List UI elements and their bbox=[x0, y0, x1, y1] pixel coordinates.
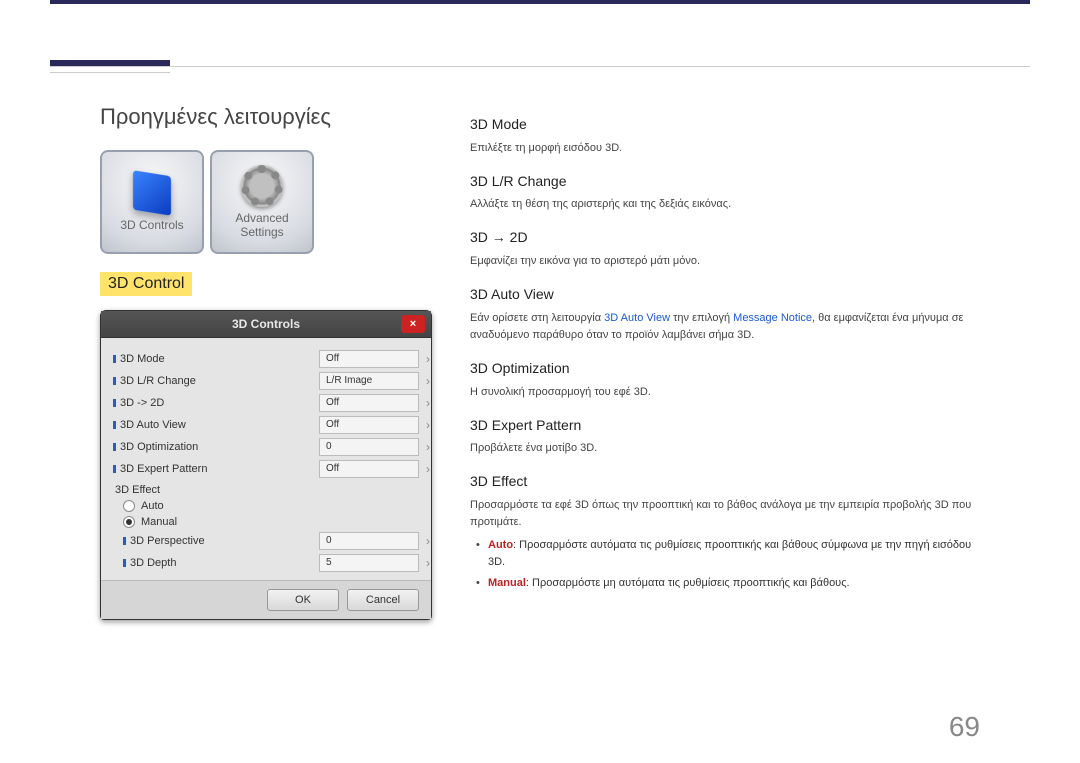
tile-advanced-settings[interactable]: Advanced Settings bbox=[210, 150, 314, 254]
bullet-icon bbox=[123, 559, 126, 567]
row-3d-mode[interactable]: 3D Mode Off bbox=[113, 348, 419, 370]
cancel-button[interactable]: Cancel bbox=[347, 589, 419, 611]
desc-3d-mode: Επιλέξτε τη μορφή εισόδου 3D. bbox=[470, 140, 980, 157]
radio-label: Auto bbox=[141, 500, 164, 512]
bullet-icon bbox=[113, 443, 116, 451]
row-value[interactable]: L/R Image bbox=[319, 372, 419, 390]
section-subheading: 3D Control bbox=[100, 272, 192, 296]
ok-button[interactable]: OK bbox=[267, 589, 339, 611]
row-3d-depth[interactable]: 3D Depth 5 bbox=[113, 552, 419, 574]
document-page: Προηγμένες λειτουργίες 3D Controls Advan… bbox=[50, 0, 1030, 763]
bullet-icon bbox=[113, 377, 116, 385]
effect-section-label: 3D Effect bbox=[113, 480, 419, 498]
effect-list: Auto: Προσαρμόστε αυτόματα τις ρυθμίσεις… bbox=[470, 537, 980, 592]
list-item: Manual: Προσαρμόστε μη αυτόματα τις ρυθμ… bbox=[470, 575, 980, 592]
bullet-icon bbox=[123, 537, 126, 545]
row-label: 3D L/R Change bbox=[120, 375, 196, 387]
text-fragment: την επιλογή bbox=[670, 312, 733, 324]
term-auto: Auto bbox=[488, 539, 513, 551]
list-item: Auto: Προσαρμόστε αυτόματα τις ρυθμίσεις… bbox=[470, 537, 980, 571]
radio-manual[interactable]: Manual bbox=[113, 514, 419, 530]
radio-auto[interactable]: Auto bbox=[113, 498, 419, 514]
row-label: 3D Auto View bbox=[120, 419, 186, 431]
desc-3d-optimization: Η συνολική προσαρμογή του εφέ 3D. bbox=[470, 384, 980, 401]
heading-3d-lr-change: 3D L/R Change bbox=[470, 171, 980, 193]
radio-icon bbox=[123, 516, 135, 528]
heading-3d-effect: 3D Effect bbox=[470, 471, 980, 493]
page-title: Προηγμένες λειτουργίες bbox=[100, 104, 430, 130]
row-value[interactable]: 5 bbox=[319, 554, 419, 572]
cube-icon bbox=[133, 170, 171, 216]
right-column: 3D Mode Επιλέξτε τη μορφή εισόδου 3D. 3D… bbox=[470, 64, 980, 733]
text-fragment: : Προσαρμόστε μη αυτόματα τις ρυθμίσεις … bbox=[526, 577, 850, 589]
left-column: Προηγμένες λειτουργίες 3D Controls Advan… bbox=[100, 64, 430, 733]
tile-label: Advanced Settings bbox=[212, 211, 312, 239]
panel-titlebar: 3D Controls × bbox=[101, 311, 431, 338]
tile-3d-controls[interactable]: 3D Controls bbox=[100, 150, 204, 254]
radio-label: Manual bbox=[141, 516, 177, 528]
heading-3d-to-2d: 3D → 2D bbox=[470, 227, 980, 249]
icon-tile-row: 3D Controls Advanced Settings bbox=[100, 150, 430, 254]
heading-3d-expert-pattern: 3D Expert Pattern bbox=[470, 415, 980, 437]
desc-3d-lr-change: Αλλάξτε τη θέση της αριστερής και της δε… bbox=[470, 196, 980, 213]
row-label: 3D -> 2D bbox=[120, 397, 164, 409]
text-fragment: : Προσαρμόστε αυτόματα τις ρυθμίσεις προ… bbox=[488, 539, 971, 568]
page-number: 69 bbox=[949, 711, 980, 743]
desc-3d-to-2d: Εμφανίζει την εικόνα για το αριστερό μάτ… bbox=[470, 253, 980, 270]
row-value[interactable]: Off bbox=[319, 394, 419, 412]
heading-3d-auto-view: 3D Auto View bbox=[470, 284, 980, 306]
row-3d-auto-view[interactable]: 3D Auto View Off bbox=[113, 414, 419, 436]
tile-label: 3D Controls bbox=[120, 218, 183, 232]
row-3d-lr-change[interactable]: 3D L/R Change L/R Image bbox=[113, 370, 419, 392]
row-3d-expert-pattern[interactable]: 3D Expert Pattern Off bbox=[113, 458, 419, 480]
panel-title: 3D Controls bbox=[232, 317, 300, 331]
row-label: 3D Expert Pattern bbox=[120, 463, 207, 475]
term-3d-auto-view: 3D Auto View bbox=[604, 312, 670, 324]
row-value[interactable]: Off bbox=[319, 350, 419, 368]
row-value[interactable]: 0 bbox=[319, 438, 419, 456]
bullet-icon bbox=[113, 421, 116, 429]
heading-3d-mode: 3D Mode bbox=[470, 114, 980, 136]
radio-icon bbox=[123, 500, 135, 512]
row-value[interactable]: Off bbox=[319, 460, 419, 478]
row-label: 3D Mode bbox=[120, 353, 165, 365]
row-label: 3D Depth bbox=[130, 557, 176, 569]
bullet-icon bbox=[113, 399, 116, 407]
text-fragment: Εάν ορίσετε στη λειτουργία bbox=[470, 312, 604, 324]
panel-body: 3D Mode Off 3D L/R Change L/R Image 3D -… bbox=[101, 338, 431, 580]
desc-3d-effect: Προσαρμόστε τα εφέ 3D όπως την προοπτική… bbox=[470, 497, 980, 531]
desc-3d-expert-pattern: Προβάλετε ένα μοτίβο 3D. bbox=[470, 440, 980, 457]
bullet-icon bbox=[113, 465, 116, 473]
3d-controls-panel: 3D Controls × 3D Mode Off 3D L/R Change … bbox=[100, 310, 432, 620]
row-label: 3D Perspective bbox=[130, 535, 205, 547]
desc-3d-auto-view: Εάν ορίσετε στη λειτουργία 3D Auto View … bbox=[470, 310, 980, 344]
row-3d-perspective[interactable]: 3D Perspective 0 bbox=[113, 530, 419, 552]
row-value[interactable]: 0 bbox=[319, 532, 419, 550]
term-manual: Manual bbox=[488, 577, 526, 589]
term-message-notice: Message Notice bbox=[733, 312, 812, 324]
row-3d-to-2d[interactable]: 3D -> 2D Off bbox=[113, 392, 419, 414]
close-icon[interactable]: × bbox=[401, 315, 425, 333]
panel-footer: OK Cancel bbox=[101, 580, 431, 619]
row-value[interactable]: Off bbox=[319, 416, 419, 434]
bullet-icon bbox=[113, 355, 116, 363]
row-label: 3D Optimization bbox=[120, 441, 198, 453]
row-3d-optimization[interactable]: 3D Optimization 0 bbox=[113, 436, 419, 458]
heading-3d-optimization: 3D Optimization bbox=[470, 358, 980, 380]
gear-icon bbox=[241, 165, 283, 207]
